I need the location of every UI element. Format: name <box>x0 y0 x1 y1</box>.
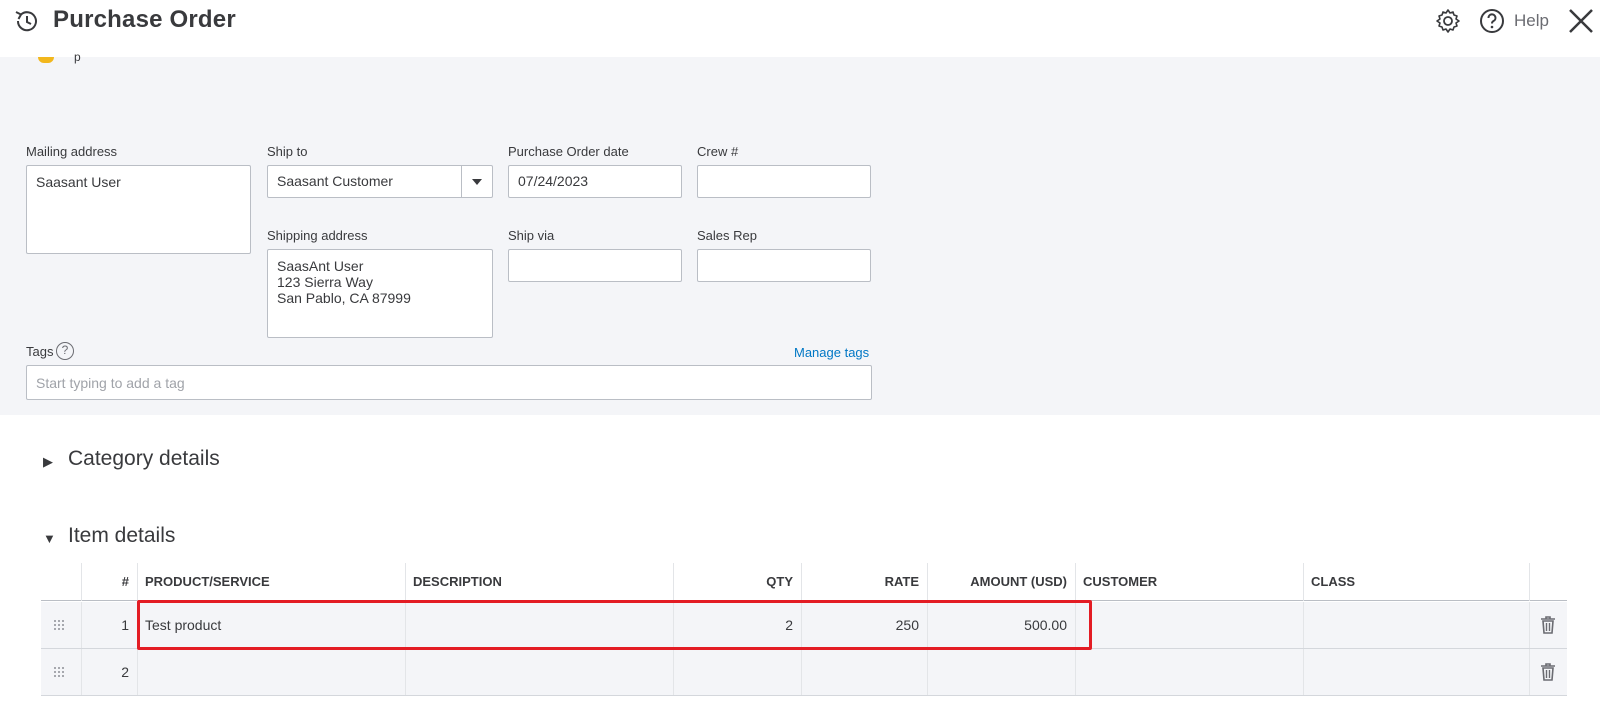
ship-to-label: Ship to <box>267 144 308 159</box>
table-row[interactable]: 2 <box>41 649 1567 696</box>
divider <box>81 602 82 648</box>
product-cell[interactable]: Test product <box>137 602 405 648</box>
row-number: 2 <box>121 664 129 680</box>
description-cell[interactable] <box>405 649 673 695</box>
rate-cell[interactable]: 250 <box>801 602 927 648</box>
amount-cell[interactable]: 500.00 <box>927 602 1075 648</box>
col-header-rate: RATE <box>884 574 919 589</box>
ship-via-field[interactable] <box>508 249 682 282</box>
description-cell[interactable] <box>405 602 673 648</box>
drag-handle-icon[interactable] <box>53 619 65 631</box>
tags-input[interactable]: Start typing to add a tag <box>26 365 872 400</box>
purchase-order-date-field[interactable]: 07/24/2023 <box>508 165 682 198</box>
divider <box>81 649 82 695</box>
status-text: p <box>74 50 81 64</box>
purchase-order-date-label: Purchase Order date <box>508 144 629 159</box>
ship-to-value: Saasant Customer <box>277 173 393 189</box>
divider <box>1075 649 1076 695</box>
divider <box>673 563 674 601</box>
divider <box>801 602 802 648</box>
ship-to-select[interactable]: Saasant Customer <box>267 165 493 198</box>
product-cell[interactable] <box>137 649 405 695</box>
item-details-title[interactable]: Item details <box>68 524 175 548</box>
chevron-down-icon[interactable] <box>461 166 492 197</box>
divider <box>137 563 138 601</box>
category-details-title[interactable]: Category details <box>68 447 220 471</box>
header: Purchase Order Help <box>0 0 1600 57</box>
amount-cell[interactable] <box>927 649 1075 695</box>
divider <box>801 649 802 695</box>
col-header-number: # <box>121 574 129 589</box>
page-title: Purchase Order <box>53 6 236 33</box>
ship-via-label: Ship via <box>508 228 555 243</box>
tags-help-icon[interactable]: ? <box>56 342 74 360</box>
divider <box>1529 602 1530 648</box>
divider <box>673 602 674 648</box>
divider <box>137 602 138 648</box>
manage-tags-link[interactable]: Manage tags <box>794 345 869 360</box>
shipping-address-field[interactable]: SaasAnt User 123 Sierra Way San Pablo, C… <box>267 249 493 338</box>
crew-label: Crew # <box>697 144 739 159</box>
divider <box>673 649 674 695</box>
table-header: # PRODUCT/SERVICE DESCRIPTION QTY RATE A… <box>41 563 1567 601</box>
help-label[interactable]: Help <box>1514 11 1549 31</box>
col-header-product: PRODUCT/SERVICE <box>145 574 270 589</box>
sales-rep-label: Sales Rep <box>697 228 757 243</box>
class-cell[interactable] <box>1303 649 1529 695</box>
table-row[interactable]: 1 Test product 2 250 500.00 <box>41 602 1567 649</box>
divider <box>405 602 406 648</box>
sales-rep-field[interactable] <box>697 249 871 282</box>
col-header-amount: AMOUNT (USD) <box>970 574 1067 589</box>
customer-cell[interactable] <box>1075 602 1303 648</box>
trash-icon[interactable] <box>1538 662 1558 682</box>
help-icon[interactable] <box>1478 7 1506 35</box>
rate-cell[interactable] <box>801 649 927 695</box>
divider <box>1075 563 1076 601</box>
trash-icon[interactable] <box>1538 615 1558 635</box>
divider <box>1075 602 1076 648</box>
divider <box>801 563 802 601</box>
divider <box>1303 602 1304 648</box>
col-header-description: DESCRIPTION <box>413 574 502 589</box>
divider <box>927 649 928 695</box>
col-header-customer: CUSTOMER <box>1083 574 1158 589</box>
mailing-address-field[interactable]: Saasant User <box>26 165 251 254</box>
divider <box>81 563 82 601</box>
qty-cell[interactable] <box>673 649 801 695</box>
col-header-class: CLASS <box>1311 574 1356 589</box>
gear-icon[interactable] <box>1434 7 1462 35</box>
category-details-toggle[interactable]: ▶ <box>43 454 53 470</box>
class-cell[interactable] <box>1303 602 1529 648</box>
shipping-address-label: Shipping address <box>267 228 368 243</box>
col-header-qty: QTY <box>766 574 793 589</box>
qty-cell[interactable]: 2 <box>673 602 801 648</box>
customer-cell[interactable] <box>1075 649 1303 695</box>
tags-label: Tags <box>26 344 54 359</box>
divider <box>137 649 138 695</box>
crew-field[interactable] <box>697 165 871 198</box>
divider <box>1303 563 1304 601</box>
mailing-address-label: Mailing address <box>26 144 118 159</box>
close-icon[interactable] <box>1566 6 1596 36</box>
divider <box>927 563 928 601</box>
divider <box>927 602 928 648</box>
divider <box>405 563 406 601</box>
item-details-toggle[interactable]: ▼ <box>43 531 56 546</box>
history-icon[interactable] <box>12 6 42 36</box>
divider <box>1529 649 1530 695</box>
drag-handle-icon[interactable] <box>53 666 65 678</box>
divider <box>1529 563 1530 601</box>
divider <box>1303 649 1304 695</box>
divider <box>405 649 406 695</box>
row-number: 1 <box>121 617 129 633</box>
